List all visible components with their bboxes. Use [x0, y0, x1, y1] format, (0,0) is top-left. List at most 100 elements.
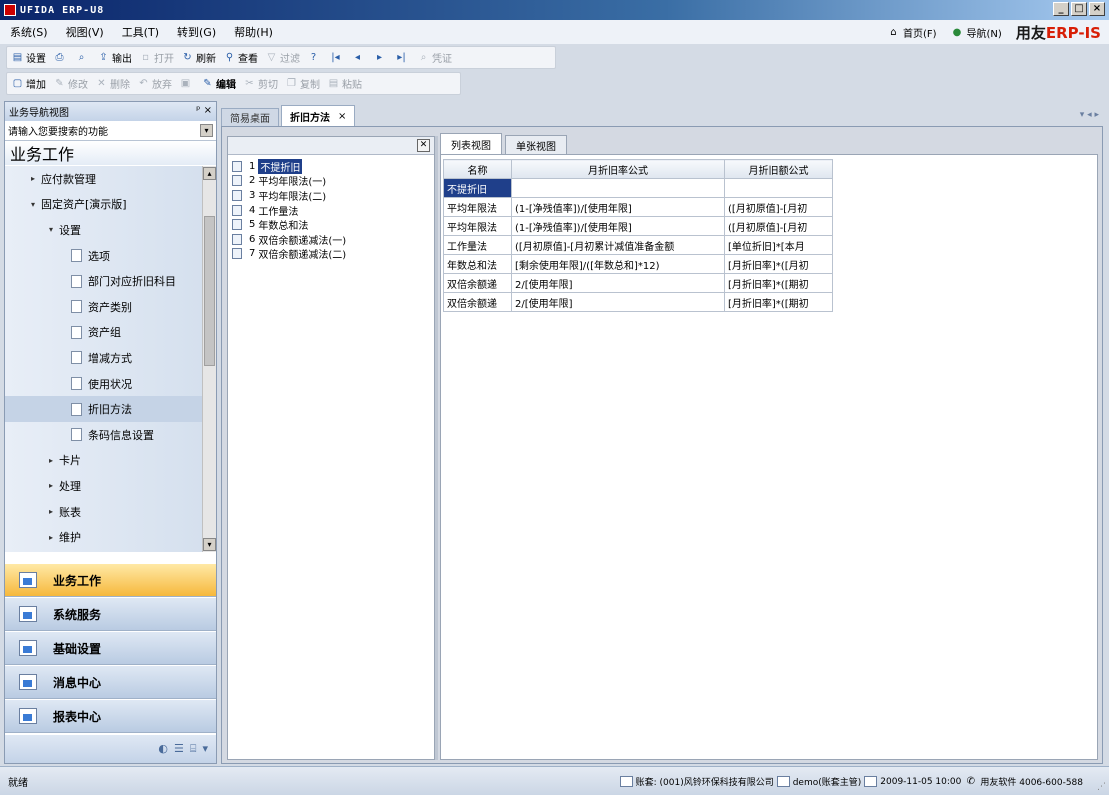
scroll-up-icon[interactable]: ▴ [203, 167, 216, 180]
table-row[interactable]: 不提折旧 [443, 178, 833, 198]
nav-tree-item[interactable]: 资产类别 [5, 294, 202, 320]
toolbar2-button-7[interactable]: ❐ 复制 [285, 76, 320, 91]
toolbar1-button-10[interactable]: ◂ [351, 51, 366, 64]
nav-tree-item[interactable]: 折旧方法 [5, 396, 202, 422]
table-cell[interactable]: [月折旧率]*([期初 [724, 273, 833, 293]
view-tab-0[interactable]: 列表视图 [440, 133, 502, 154]
table-cell[interactable]: 平均年限法 [443, 197, 512, 217]
toolbar2-button-0[interactable]: ▢ 增加 [11, 76, 46, 91]
nav-tree-item[interactable]: ▸ 账表 [5, 499, 202, 525]
shortcut-icon[interactable]: ◐ [158, 742, 168, 756]
toolbar2-button-3[interactable]: ↶ 放弃 [137, 76, 172, 91]
nav-tree-item[interactable]: 条码信息设置 [5, 422, 202, 448]
toolbar1-button-6[interactable]: ⚲ 查看 [223, 50, 258, 65]
pane-splitter[interactable] [435, 136, 438, 760]
close-window-button[interactable]: × [1089, 2, 1105, 16]
table-cell[interactable] [724, 178, 833, 198]
tab-close-icon[interactable]: × [338, 111, 346, 122]
toolbar2-button-1[interactable]: ✎ 修改 [53, 76, 88, 91]
toolbar2-button-6[interactable]: ✂ 剪切 [243, 76, 278, 91]
nav-tree-item[interactable]: 部门对应折旧科目 [5, 268, 202, 294]
expand-down-icon[interactable]: ▾ [49, 225, 59, 234]
column-header[interactable]: 月折旧率公式 [511, 159, 725, 179]
table-row[interactable]: 双倍余额递 2/[使用年限] [月折旧率]*([期初 [443, 273, 833, 293]
table-cell[interactable]: ([月初原值]-[月初累计减值准备金额 [511, 235, 725, 255]
chevron-down-icon[interactable]: ▾ [200, 124, 213, 137]
tree-icon[interactable]: ⌸ [190, 742, 197, 756]
table-cell[interactable]: [单位折旧]*[本月 [724, 235, 833, 255]
toolbar1-button-3[interactable]: ⇪ 输出 [97, 50, 132, 65]
nav-link[interactable]: ● 导航(N) [951, 25, 1002, 40]
table-cell[interactable]: 2/[使用年限] [511, 273, 725, 293]
nav-tree-item[interactable]: ▾ 固定资产[演示版] [5, 192, 202, 218]
nav-tree-item[interactable]: ▸ 维护 [5, 524, 202, 550]
menu-tools[interactable]: 工具(T) [122, 24, 159, 40]
home-link[interactable]: ⌂ 首页(F) [887, 25, 936, 40]
nav-tree-item[interactable]: 资产组 [5, 320, 202, 346]
menu-goto[interactable]: 转到(G) [177, 24, 216, 40]
scroll-thumb[interactable] [204, 216, 215, 366]
method-item[interactable]: 6 双倍余额递减法(一) [232, 232, 434, 247]
menu-view[interactable]: 视图(V) [66, 24, 104, 40]
nav-tree-item[interactable]: ▾ 设置 [5, 217, 202, 243]
method-item[interactable]: 3 平均年限法(二) [232, 188, 434, 203]
table-cell[interactable]: 双倍余额递 [443, 273, 512, 293]
toolbar1-button-13[interactable]: ⌕ 凭证 [417, 50, 452, 65]
expand-right-icon[interactable]: ▸ [49, 456, 59, 465]
table-row[interactable]: 平均年限法 (1-[净残值率])/[使用年限] ([月初原值]-[月初 [443, 197, 833, 217]
expand-right-icon[interactable]: ▸ [49, 507, 59, 516]
table-cell[interactable]: [剩余使用年限]/([年数总和]*12) [511, 254, 725, 274]
toolbar2-button-8[interactable]: ▤ 粘贴 [327, 76, 362, 91]
expand-down-icon[interactable]: ▾ [31, 200, 41, 209]
scroll-down-icon[interactable]: ▾ [203, 538, 216, 551]
nav-tree-item[interactable]: ▸ 应付款管理 [5, 166, 202, 192]
table-cell[interactable] [511, 178, 725, 198]
table-cell[interactable]: 工作量法 [443, 235, 512, 255]
toolbar2-button-2[interactable]: ✕ 删除 [95, 76, 130, 91]
table-cell[interactable]: (1-[净残值率])/[使用年限] [511, 216, 725, 236]
module-button[interactable]: 报表中心 [5, 699, 216, 733]
function-search-input[interactable]: 请输入您要搜索的功能 ▾ [5, 121, 216, 141]
module-button[interactable]: 基础设置 [5, 631, 216, 665]
table-cell[interactable]: ([月初原值]-[月初 [724, 216, 833, 236]
table-row[interactable]: 双倍余额递 2/[使用年限] [月折旧率]*([期初 [443, 292, 833, 312]
method-item[interactable]: 7 双倍余额递减法(二) [232, 247, 434, 261]
list-icon[interactable]: ☰ [174, 742, 184, 756]
method-item[interactable]: 4 工作量法 [232, 203, 434, 218]
column-header[interactable]: 月折旧额公式 [724, 159, 833, 179]
toolbar1-button-0[interactable]: ▤ 设置 [11, 50, 46, 65]
toolbar1-button-1[interactable]: ⎙ [53, 51, 68, 64]
tab-0[interactable]: 简易桌面 [221, 108, 279, 126]
table-cell[interactable]: [月折旧率]*([月初 [724, 254, 833, 274]
module-button[interactable]: 消息中心 [5, 665, 216, 699]
toolbar1-button-8[interactable]: ? [307, 51, 322, 64]
table-cell[interactable]: [月折旧率]*([期初 [724, 292, 833, 312]
nav-tree-item[interactable]: ▸ 处理 [5, 473, 202, 499]
maximize-button[interactable]: □ [1071, 2, 1087, 16]
table-row[interactable]: 年数总和法 [剩余使用年限]/([年数总和]*12) [月折旧率]*([月初 [443, 254, 833, 274]
method-item[interactable]: 5 年数总和法 [232, 217, 434, 232]
pin-close-icon[interactable]: ᵖ × [196, 105, 212, 116]
toolbar1-button-11[interactable]: ▸ [373, 51, 388, 64]
expand-right-icon[interactable]: ▸ [31, 174, 41, 183]
nav-tree-item[interactable]: 选项 [5, 243, 202, 269]
toolbar1-button-12[interactable]: ▸| [395, 51, 410, 64]
table-cell[interactable]: 平均年限法 [443, 216, 512, 236]
view-tab-1[interactable]: 单张视图 [505, 135, 567, 154]
toolbar1-button-9[interactable]: |◂ [329, 51, 344, 64]
tab-scroll-controls[interactable]: ▾ ◂ ▸ [1080, 110, 1099, 120]
toolbar2-button-4[interactable]: ▣ [179, 77, 194, 90]
nav-tree-item[interactable]: ▸ 卡片 [5, 448, 202, 474]
tab-1[interactable]: 折旧方法 × [281, 105, 356, 126]
module-button[interactable]: 系统服务 [5, 597, 216, 631]
minimize-button[interactable]: _ [1053, 2, 1069, 16]
table-cell[interactable]: 双倍余额递 [443, 292, 512, 312]
nav-tree-item[interactable]: 使用状况 [5, 371, 202, 397]
table-row[interactable]: 工作量法 ([月初原值]-[月初累计减值准备金额 [单位折旧]*[本月 [443, 235, 833, 255]
close-icon[interactable]: ✕ [417, 139, 430, 152]
table-row[interactable]: 平均年限法 (1-[净残值率])/[使用年限] ([月初原值]-[月初 [443, 216, 833, 236]
table-cell[interactable]: (1-[净残值率])/[使用年限] [511, 197, 725, 217]
tree-scrollbar[interactable]: ▴ ▾ [202, 166, 216, 552]
method-item[interactable]: 1 不提折旧 [232, 158, 434, 174]
menu-arrow-icon[interactable]: ▾ [202, 742, 208, 756]
